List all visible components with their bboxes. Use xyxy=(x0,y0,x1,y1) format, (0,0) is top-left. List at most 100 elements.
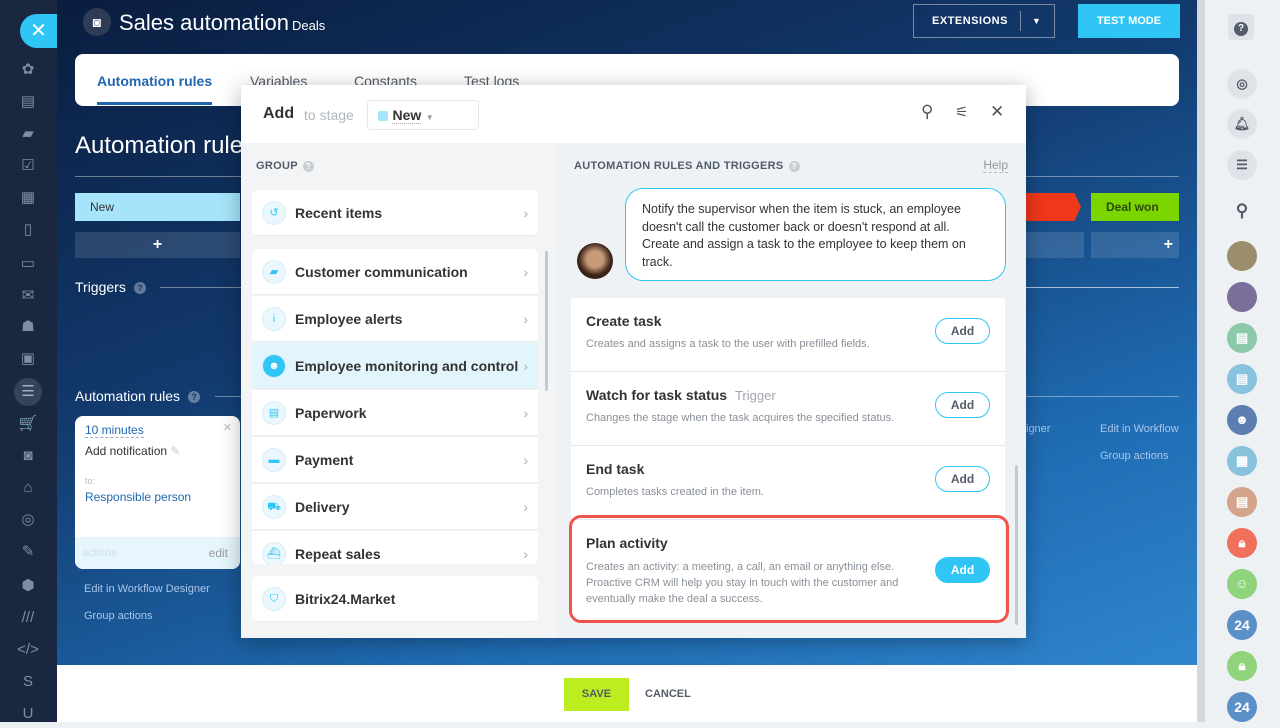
help-icon[interactable]: ? xyxy=(1234,22,1248,36)
market-item[interactable]: ⛉ Bitrix24.Market xyxy=(252,576,538,622)
stage-lost[interactable] xyxy=(1026,193,1081,221)
help-icon[interactable]: ? xyxy=(788,161,800,172)
lock-icon[interactable]: 🔒︎ xyxy=(1227,651,1257,681)
robot-icon[interactable]: ◙ xyxy=(14,442,42,470)
group-item[interactable]: ▤ Paperwork › xyxy=(252,390,538,436)
add-button[interactable]: Add xyxy=(935,466,990,492)
avatar[interactable] xyxy=(1227,241,1257,271)
group-item-recent[interactable]: ↺ Recent items › xyxy=(252,190,538,236)
group-scrollbar[interactable] xyxy=(545,251,548,391)
help-icon[interactable]: ? xyxy=(133,282,146,295)
docs-icon[interactable]: ▯ xyxy=(14,216,42,244)
edit-in-designer-link[interactable]: Edit in Workflow xyxy=(1100,423,1179,435)
group-chat-icon[interactable]: ☻ xyxy=(1227,405,1257,435)
bitrix24-badge[interactable]: 24 xyxy=(1227,610,1257,640)
market-bag-icon: ⛉ xyxy=(262,586,286,611)
page-subtitle: Deals xyxy=(292,18,326,33)
edit-link[interactable]: edit xyxy=(209,546,228,560)
code-icon[interactable]: </> xyxy=(14,636,42,664)
group-item-selected[interactable]: ☻ Employee monitoring and control › xyxy=(252,343,538,389)
group-item[interactable]: ⛴ Repeat sales › xyxy=(252,531,538,564)
bell-icon[interactable]: 🔔︎ xyxy=(1227,109,1257,139)
group-actions-link[interactable]: Group actions xyxy=(1100,450,1168,462)
drive-icon[interactable]: ▭ xyxy=(14,250,42,278)
avatar[interactable] xyxy=(1227,282,1257,312)
rules-label: Automation rules xyxy=(75,388,181,404)
rule-item-watch-task[interactable]: Watch for task status Trigger Changes the… xyxy=(571,372,1005,446)
chat-icon[interactable]: ▰ xyxy=(14,120,42,148)
add-button[interactable]: Add xyxy=(935,392,990,418)
search-icon[interactable]: ⚲ xyxy=(921,102,933,122)
chevron-right-icon: › xyxy=(523,310,528,327)
mail-icon[interactable]: ✉ xyxy=(14,282,42,310)
test-mode-button[interactable]: TEST MODE xyxy=(1078,4,1180,38)
add-rule-button[interactable]: + xyxy=(1091,232,1179,258)
shop-icon[interactable]: 🛒 xyxy=(14,410,42,438)
stage-new[interactable]: New xyxy=(75,193,240,221)
group-item[interactable]: ▰ Customer communication › xyxy=(252,249,538,295)
stage-deal-won[interactable]: Deal won xyxy=(1091,193,1179,221)
extensions-button[interactable]: EXTENSIONS ▼ xyxy=(913,4,1055,38)
edit-in-designer-link[interactable]: igner xyxy=(1026,423,1050,435)
page-scrollbar[interactable] xyxy=(1197,0,1205,722)
pencil-icon[interactable]: ✎ xyxy=(170,444,180,458)
box-icon[interactable]: ⬢ xyxy=(14,572,42,600)
chevron-right-icon: › xyxy=(523,204,528,221)
close-icon[interactable]: ✕ xyxy=(990,102,1004,122)
letter-u[interactable]: U xyxy=(14,700,42,728)
feed-icon[interactable]: ▤ xyxy=(14,88,42,116)
lock-icon[interactable]: 🔒︎ xyxy=(1227,528,1257,558)
activity-icon[interactable]: ◎ xyxy=(1227,69,1257,99)
sites-icon[interactable]: ✿ xyxy=(14,56,42,84)
close-slider-button[interactable]: ✕ xyxy=(20,14,57,48)
help-link[interactable]: Help xyxy=(983,158,1008,173)
edit-in-designer-link[interactable]: Edit in Workflow Designer xyxy=(84,583,210,595)
store-icon[interactable]: ⌂ xyxy=(14,474,42,502)
rule-item-end-task[interactable]: End task Completes tasks created in the i… xyxy=(571,446,1005,520)
add-button[interactable]: Add xyxy=(935,318,990,344)
bitrix24-badge[interactable]: 24 xyxy=(1227,692,1257,722)
stage-selector[interactable]: New ▼ xyxy=(367,100,479,130)
info-icon: i xyxy=(262,306,286,331)
save-button[interactable]: SAVE xyxy=(564,678,629,711)
contact-card-icon[interactable]: ▤ xyxy=(1227,323,1257,353)
group-item[interactable]: ⛟ Delivery › xyxy=(252,484,538,530)
settings-sliders-icon[interactable]: ⚟ xyxy=(955,103,968,121)
contact-card-icon[interactable]: ▤ xyxy=(1227,364,1257,394)
messages-icon[interactable]: ☰ xyxy=(1227,150,1257,180)
rule-delay[interactable]: 10 minutes xyxy=(85,423,144,438)
search-icon[interactable]: ⚲ xyxy=(1227,196,1257,226)
calendar-icon[interactable]: ▦ xyxy=(14,184,42,212)
group-panel: GROUP? ↺ Recent items › ▰ Customer communic… xyxy=(241,143,557,638)
group-actions-link[interactable]: Group actions xyxy=(84,610,152,622)
calendar-icon[interactable]: ▦ xyxy=(1227,446,1257,476)
group-heading: GROUP? xyxy=(256,160,314,172)
group-item[interactable]: i Employee alerts › xyxy=(252,296,538,342)
group-item[interactable]: ▬ Payment › xyxy=(252,437,538,483)
marketplace-icon[interactable]: /// xyxy=(14,604,42,632)
groups-icon[interactable]: ☗ xyxy=(14,313,42,341)
group-item-label: Customer communication xyxy=(295,263,468,280)
delete-icon[interactable]: ✕ xyxy=(223,421,232,434)
rule-card[interactable]: 10 minutes ✕ Add notification ✎ to: Resp… xyxy=(75,416,240,569)
help-icon[interactable]: ? xyxy=(302,161,314,172)
tasks-icon[interactable]: ☑ xyxy=(14,152,42,180)
tab-automation-rules[interactable]: Automation rules xyxy=(97,73,213,105)
add-stage-rule-button[interactable]: + xyxy=(75,232,240,258)
add-rule-button[interactable] xyxy=(1026,232,1084,258)
rules-scrollbar[interactable] xyxy=(1015,465,1018,625)
crm-filter-icon[interactable]: ☰ xyxy=(14,378,42,406)
contact-card-icon[interactable]: ▤ xyxy=(1227,487,1257,517)
rule-recipient[interactable]: Responsible person xyxy=(85,490,191,504)
chevron-down-icon[interactable]: ▼ xyxy=(1032,5,1041,37)
group-item-label: Payment xyxy=(295,451,354,468)
letter-s[interactable]: S xyxy=(14,668,42,696)
help-icon[interactable]: ? xyxy=(188,391,201,404)
sign-icon[interactable]: ✎ xyxy=(14,538,42,566)
user-icon[interactable]: ☺ xyxy=(1227,569,1257,599)
contact-center-icon[interactable]: ▣ xyxy=(14,345,42,373)
chevron-right-icon: › xyxy=(523,404,528,421)
target-icon[interactable]: ◎ xyxy=(14,506,42,534)
rule-item-create-task[interactable]: Create task Creates and assigns a task to… xyxy=(571,298,1005,372)
cancel-button[interactable]: CANCEL xyxy=(645,678,691,711)
